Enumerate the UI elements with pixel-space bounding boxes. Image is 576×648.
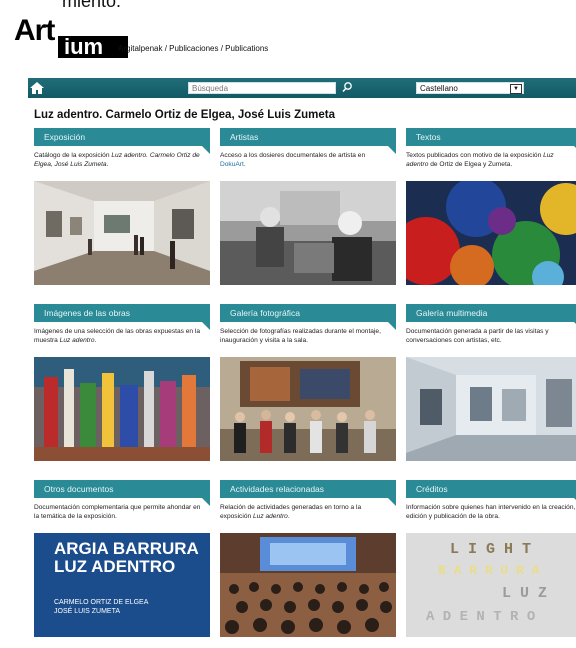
card-galeria-fotografica[interactable]: Galería fotográfica Selección de fotogra… (220, 304, 396, 464)
card-header[interactable]: Actividades relacionadas (220, 480, 396, 506)
card-description: Información sobre quienes han intervenid… (406, 504, 576, 520)
card-header[interactable]: Imágenes de las obras (34, 304, 210, 330)
credits-word-1: L I G H T (450, 541, 532, 558)
poster-title-2: LUZ ADENTRO (54, 557, 176, 576)
card-textos[interactable]: Textos Textos publicados con motivo de l… (406, 128, 576, 288)
card-title: Galería fotográfica (230, 308, 300, 318)
card-title: Artistas (230, 132, 259, 142)
poster-artist-2: JOSÉ LUIS ZUMETA (54, 608, 120, 615)
card-description: Textos publicados con motivo de la expos… (406, 152, 554, 168)
card-title: Créditos (416, 484, 448, 494)
card-otros-documentos[interactable]: Otros documentos Documentación complemen… (34, 480, 210, 640)
card-description: Documentación complementaria que permite… (34, 504, 201, 520)
credits-word-2: B A R R U R A (438, 563, 540, 578)
card-header[interactable]: Galería fotográfica (220, 304, 396, 330)
exhibition-poster[interactable]: ARGIA BARRURA LUZ ADENTRO CARMELO ORTIZ … (34, 533, 210, 637)
card-description: Catálogo de la exposición Luz adentro. C… (34, 152, 200, 168)
card-header[interactable]: Otros documentos (34, 480, 210, 506)
credits-word-4: A D E N T R O (426, 609, 536, 625)
card-imagenes-obras[interactable]: Imágenes de las obras Imágenes de una se… (34, 304, 210, 464)
card-header[interactable]: Textos (406, 128, 576, 154)
navigation-bar: Castellano ▼ (28, 78, 576, 98)
artwork-photo[interactable] (34, 357, 210, 461)
card-description: Relación de actividades generadas en tor… (220, 504, 362, 520)
breadcrumb[interactable]: Argitalpenak / Publicaciones / Publicati… (118, 44, 268, 53)
card-title: Galería multimedia (416, 308, 488, 318)
card-description: Documentación generada a partir de las v… (406, 328, 549, 344)
card-description: Acceso a los dosieres documentales de ar… (220, 152, 366, 168)
search-input[interactable] (188, 82, 336, 94)
card-artistas[interactable]: Artistas Acceso a los dosieres documenta… (220, 128, 396, 288)
card-description: Selección de fotografías realizadas dura… (220, 328, 381, 344)
card-description: Imágenes de una selección de las obras e… (34, 328, 201, 344)
credits-typography-image[interactable]: L I G H T B A R R U R A L U Z A D E N T … (406, 533, 576, 637)
card-exposicion[interactable]: Exposición Catálogo de la exposición Luz… (34, 128, 210, 288)
card-title: Exposición (44, 132, 86, 142)
card-galeria-multimedia[interactable]: Galería multimedia Documentación generad… (406, 304, 576, 464)
card-creditos[interactable]: Créditos Información sobre quienes han i… (406, 480, 576, 640)
opening-crowd-photo[interactable] (220, 357, 396, 461)
card-title: Actividades relacionadas (230, 484, 325, 494)
home-icon[interactable] (28, 78, 46, 98)
page-title: Luz adentro. Carmelo Ortiz de Elgea, Jos… (34, 109, 335, 121)
artium-logo[interactable]: Art ium (14, 14, 128, 58)
search-icon[interactable] (340, 80, 354, 96)
dokuart-link[interactable]: DokuArt (220, 161, 244, 168)
gallery-room-photo[interactable] (406, 357, 576, 461)
language-value: Castellano (420, 84, 458, 93)
card-title: Otros documentos (44, 484, 114, 494)
exhibition-hall-photo[interactable] (34, 181, 210, 285)
credits-word-3: L U Z (502, 585, 548, 602)
paint-jars-photo[interactable] (406, 181, 576, 285)
card-header[interactable]: Galería multimedia (406, 304, 576, 330)
card-title: Textos (416, 132, 441, 142)
poster-title-1: ARGIA BARRURA (54, 539, 199, 558)
poster-artist-1: CARMELO ORTIZ DE ELGEA (54, 599, 149, 606)
card-header[interactable]: Artistas (220, 128, 396, 154)
chevron-down-icon[interactable]: ▼ (510, 84, 522, 94)
card-actividades[interactable]: Actividades relacionadas Relación de act… (220, 480, 396, 640)
card-header[interactable]: Créditos (406, 480, 576, 506)
card-title: Imágenes de las obras (44, 308, 130, 318)
artists-photo[interactable] (220, 181, 396, 285)
auditorium-photo[interactable] (220, 533, 396, 637)
logo-art: Art (14, 14, 55, 47)
language-select[interactable]: Castellano ▼ (416, 82, 524, 94)
card-header[interactable]: Exposición (34, 128, 210, 154)
top-cut-text: miento. (62, 0, 122, 11)
